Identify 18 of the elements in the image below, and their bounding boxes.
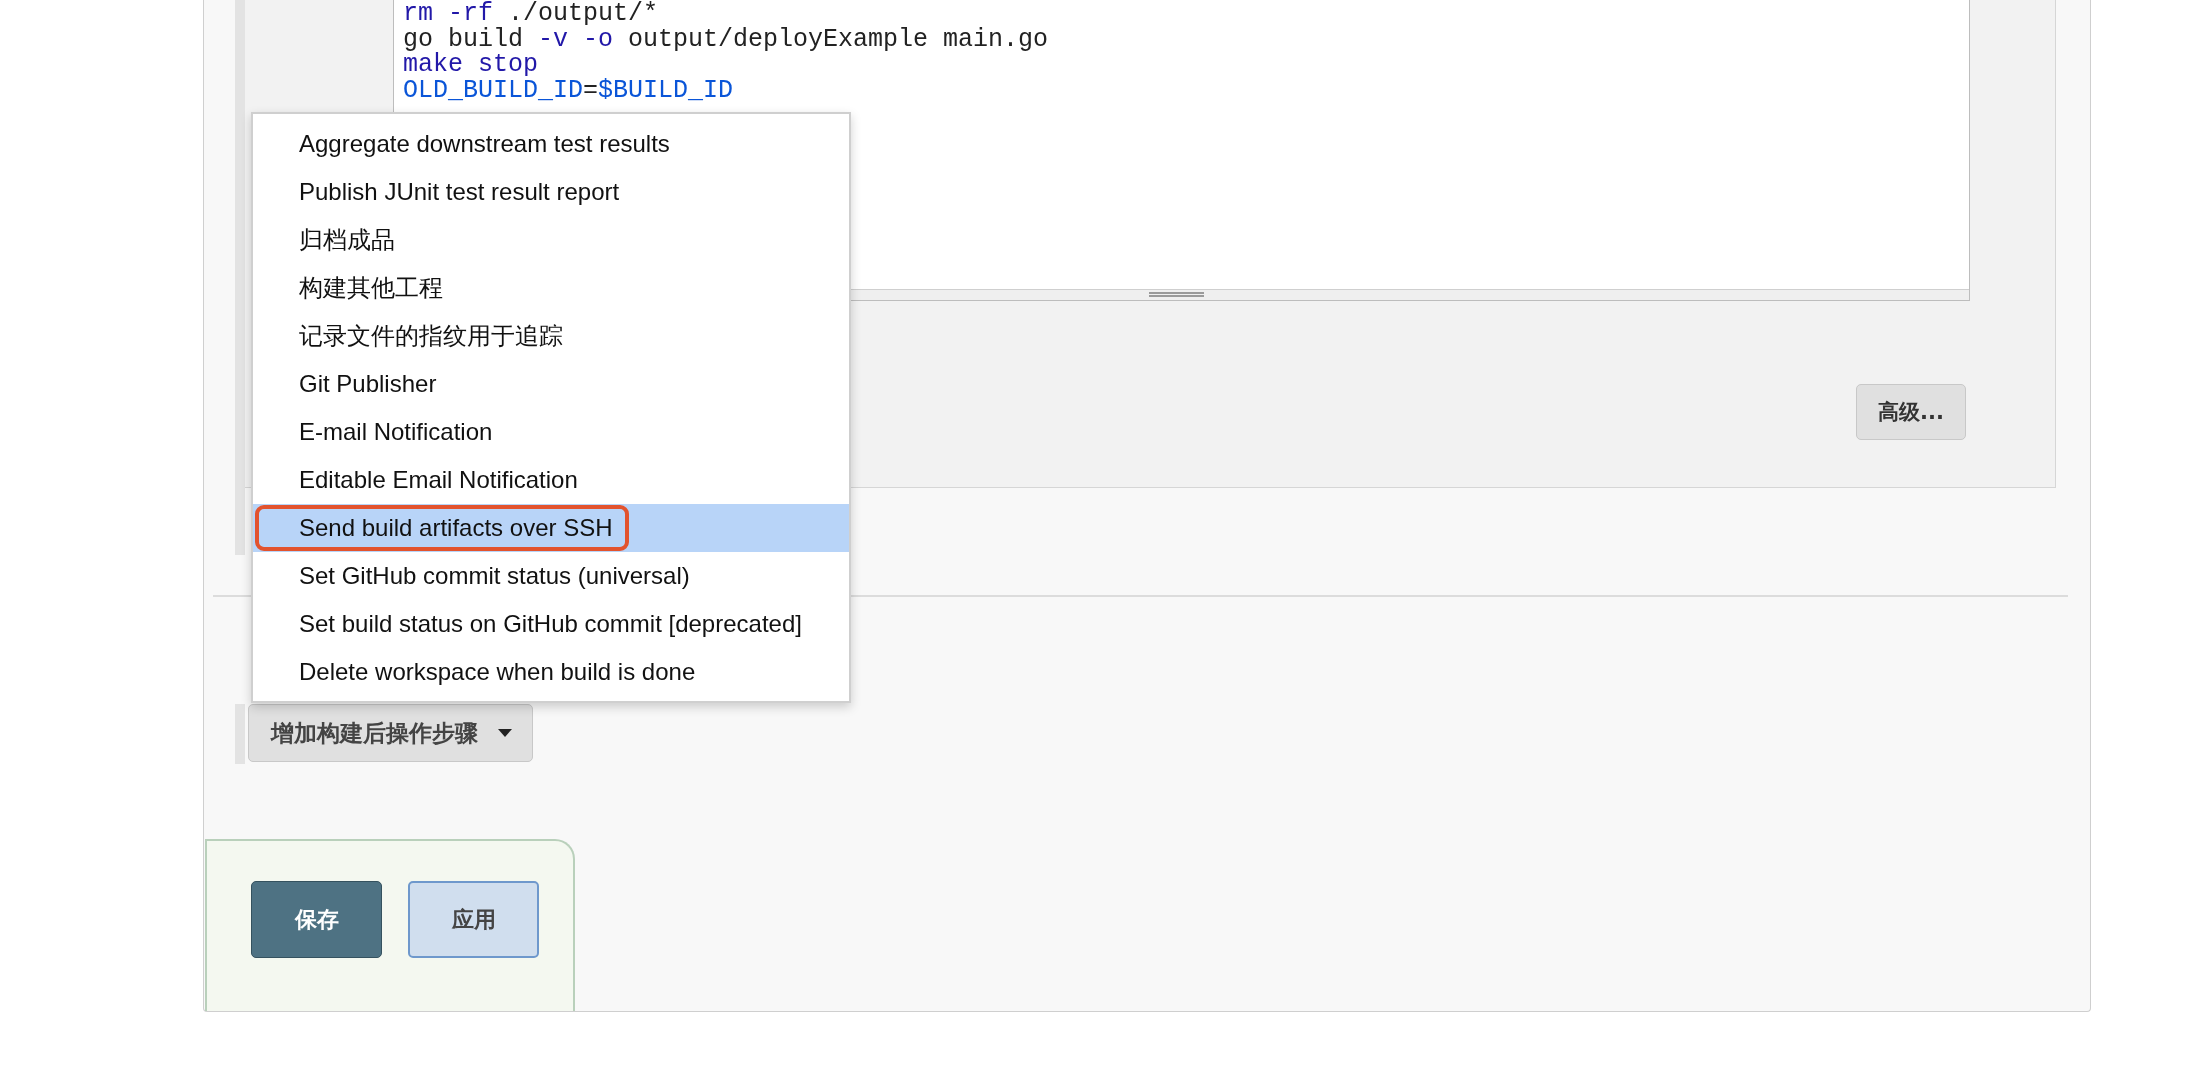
code-line: make stop: [403, 52, 540, 78]
advanced-button[interactable]: 高级...: [1856, 384, 1966, 440]
menu-item[interactable]: Set build status on GitHub commit [deprecated]: [253, 600, 849, 648]
menu-item[interactable]: Delete workspace when build is done: [253, 648, 849, 696]
caret-icon: [498, 729, 512, 737]
apply-button[interactable]: 应用: [408, 881, 539, 958]
menu-item[interactable]: E-mail Notification: [253, 408, 849, 456]
code-line: OLD_BUILD_ID=$BUILD_ID: [403, 77, 735, 103]
code-line: rm -rf ./output/*: [403, 1, 659, 27]
resize-grip-icon[interactable]: [1149, 292, 1204, 297]
menu-item[interactable]: 记录文件的指纹用于追踪: [253, 312, 849, 360]
save-button[interactable]: 保存: [251, 881, 382, 958]
menu-item[interactable]: Set GitHub commit status (universal): [253, 552, 849, 600]
menu-item[interactable]: Editable Email Notification: [253, 456, 849, 504]
code-line: go build -v -o output/deployExample main.go: [403, 26, 1050, 52]
add-post-build-step-button[interactable]: 增加构建后操作步骤: [248, 704, 533, 762]
menu-item[interactable]: Send build artifacts over SSH: [253, 504, 849, 552]
menu-item[interactable]: Git Publisher: [253, 360, 849, 408]
